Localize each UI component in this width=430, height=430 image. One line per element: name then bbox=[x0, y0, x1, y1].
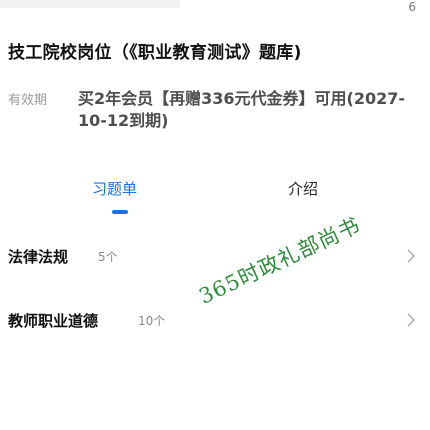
list-item-count: 10个 bbox=[138, 314, 166, 328]
tab-bar: 习题单 介绍 bbox=[0, 172, 430, 216]
tab-exercises[interactable]: 习题单 bbox=[92, 178, 137, 199]
list-item-label: 法律法规 bbox=[8, 248, 69, 266]
active-tab-indicator bbox=[112, 210, 128, 214]
list-item-label: 教师职业道德 bbox=[8, 312, 99, 330]
status-bar: 6 bbox=[0, 0, 430, 22]
tab-introduction[interactable]: 介绍 bbox=[288, 178, 318, 199]
chevron-right-icon bbox=[407, 249, 416, 263]
validity-value: 买2年会员【再赠336元代金券】可用(2027-10-12到期) bbox=[78, 89, 406, 130]
list-item-ethics[interactable]: 教师职业道德 10个 bbox=[0, 302, 430, 342]
page-title: 技工院校岗位（《职业教育测试》题库) bbox=[8, 43, 302, 63]
validity-label: 有效期 bbox=[8, 93, 48, 108]
status-bar-fragment bbox=[0, 0, 180, 8]
status-count: 6 bbox=[408, 0, 416, 14]
chevron-right-icon bbox=[407, 313, 416, 327]
list-item-count: 5个 bbox=[98, 250, 118, 264]
